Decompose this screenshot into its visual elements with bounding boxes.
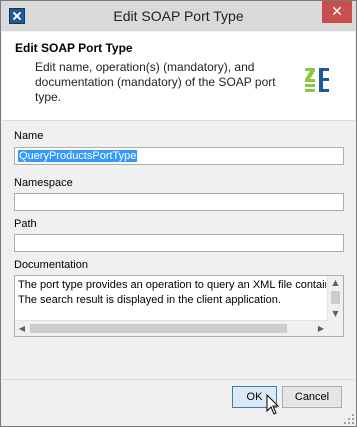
vertical-scroll-thumb[interactable] [331,291,340,304]
horizontal-scroll-thumb[interactable] [30,324,287,333]
footer-divider [2,379,355,380]
scroll-up-icon[interactable]: ▲ [328,276,343,290]
documentation-text: The port type provides an operation to q… [18,278,326,308]
documentation-label: Documentation [14,259,88,271]
header-title: Edit SOAP Port Type [15,41,133,55]
horizontal-scrollbar[interactable]: ◀ ▶ [15,320,328,336]
documentation-line: The search result is displayed in the cl… [18,294,281,306]
name-value-selected: QueryProductsPortType [18,150,138,162]
vertical-scrollbar[interactable]: ▲ ▼ [327,276,343,321]
mouse-cursor-icon [266,394,280,415]
edit-soap-port-type-dialog: Edit SOAP Port Type ✕ Edit SOAP Port Typ… [0,0,357,427]
scroll-right-icon[interactable]: ▶ [314,321,328,336]
dialog-header: Edit SOAP Port Type Edit name, operation… [2,32,355,121]
namespace-label: Namespace [14,177,73,189]
namespace-field[interactable] [14,193,344,211]
documentation-textarea[interactable]: The port type provides an operation to q… [14,275,344,337]
soap-port-type-icon [305,68,329,92]
path-field[interactable] [14,234,344,252]
name-field[interactable]: QueryProductsPortType [14,147,344,165]
path-label: Path [14,218,37,230]
scroll-down-icon[interactable]: ▼ [328,307,343,321]
resize-grip-icon[interactable] [344,414,354,424]
cancel-button[interactable]: Cancel [282,386,342,408]
title-bar[interactable]: Edit SOAP Port Type ✕ [1,1,356,31]
close-button[interactable]: ✕ [322,1,352,23]
window-title: Edit SOAP Port Type [113,8,244,24]
scroll-corner [328,321,343,336]
documentation-line: The port type provides an operation to q… [18,279,326,291]
header-description: Edit name, operation(s) (mandatory), and… [35,60,276,104]
scroll-left-icon[interactable]: ◀ [15,321,29,336]
name-label: Name [14,130,44,142]
